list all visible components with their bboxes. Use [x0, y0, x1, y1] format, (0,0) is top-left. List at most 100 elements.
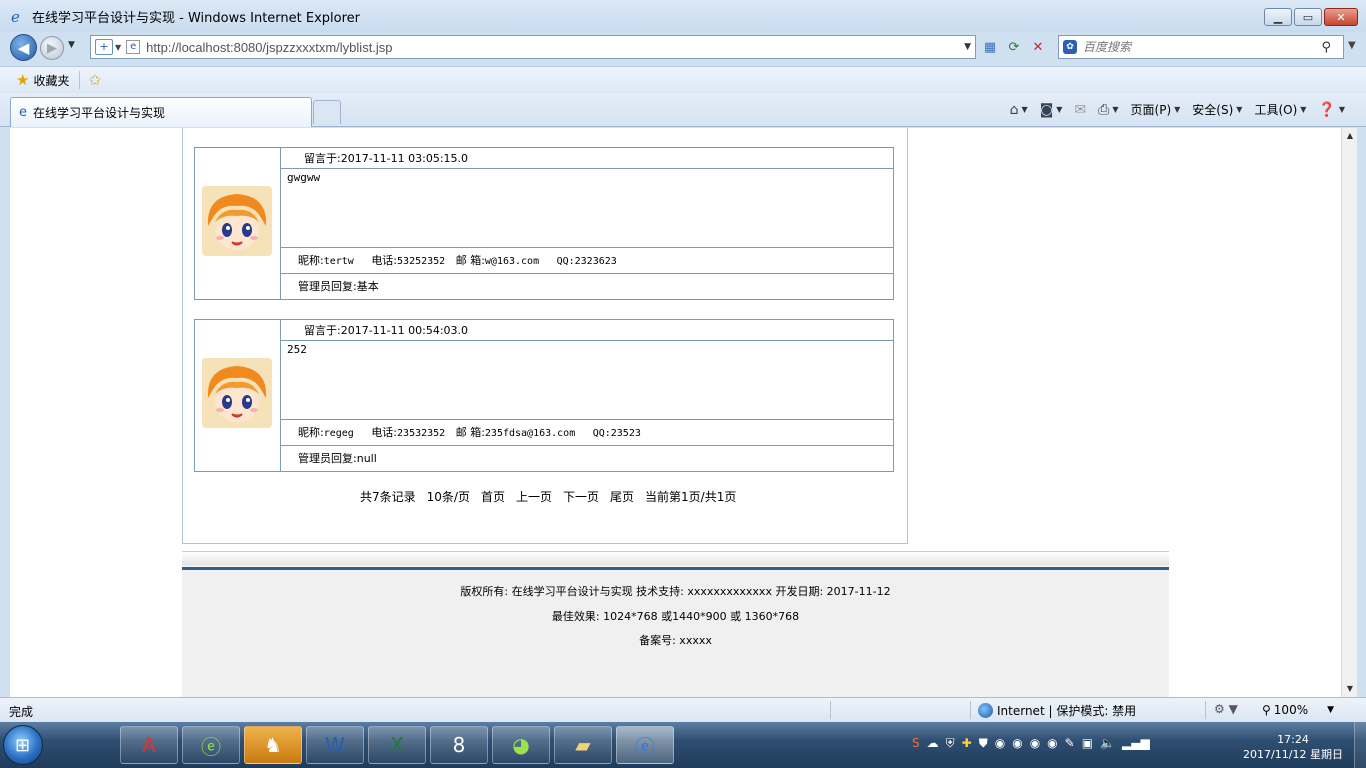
url-text[interactable]: http://localhost:8080/jspzzxxxtxm/lyblis…: [146, 40, 392, 55]
next-page-link[interactable]: 下一页: [563, 488, 599, 505]
qq-icon[interactable]: ◉: [1030, 736, 1040, 751]
app-icon[interactable]: ▣: [1082, 736, 1093, 751]
tools-menu[interactable]: 工具(O) ▼: [1251, 99, 1309, 120]
stop-icon[interactable]: ✕: [1028, 37, 1048, 57]
page-icon: e: [126, 40, 141, 54]
taskbar-app-acrobat[interactable]: A: [120, 726, 178, 764]
phone-label: 电话:: [371, 254, 398, 267]
best-resolution-text: 最佳效果: 1024*768 或1440*900 或 1360*768: [551, 610, 800, 623]
new-tab-button[interactable]: [313, 100, 341, 124]
ie-logo-icon: e: [10, 8, 26, 26]
taskbar-app-explorer[interactable]: ▰: [554, 726, 612, 764]
chevron-down-icon: ▼: [1056, 105, 1063, 114]
print-button[interactable]: ⎙ ▼: [1095, 100, 1121, 120]
vertical-scrollbar[interactable]: ▲ ▼: [1341, 128, 1357, 697]
start-button[interactable]: ⊞: [3, 725, 43, 765]
tomcat-icon: ♞: [264, 733, 282, 757]
message-header: 留言于:2017-11-11 00:54:03.0: [281, 320, 893, 341]
back-button[interactable]: ◀: [10, 34, 37, 61]
addon-status-icon[interactable]: ⚙ ▼: [1214, 702, 1238, 716]
close-button[interactable]: ✕: [1324, 8, 1358, 26]
chevron-down-icon: ▼: [1300, 105, 1307, 114]
search-box[interactable]: ✿ ⚲: [1058, 35, 1344, 59]
email-label: 邮 箱:: [455, 426, 485, 439]
compatibility-icon[interactable]: +: [95, 39, 113, 55]
refresh-icon[interactable]: ⟳: [1004, 37, 1024, 57]
add-favorite-icon[interactable]: ✩: [88, 71, 101, 89]
forward-button[interactable]: ▶: [40, 36, 64, 60]
maximize-button[interactable]: ▭: [1294, 8, 1322, 26]
tab-active[interactable]: e 在线学习平台设计与实现: [10, 97, 312, 127]
network-icon[interactable]: ☁: [927, 736, 939, 751]
posted-label: 留言于:: [304, 324, 341, 337]
last-page-link[interactable]: 尾页: [610, 488, 634, 505]
compatibility-view-icon[interactable]: ▦: [980, 37, 1000, 57]
history-dropdown-icon[interactable]: ▼: [68, 40, 75, 50]
search-input[interactable]: [1083, 40, 1303, 54]
qq-icon[interactable]: ◉: [1047, 736, 1057, 751]
navigation-bar: ◀ ▶ ▼ + ▼ e http://localhost:8080/jspzzx…: [0, 32, 1366, 62]
nickname-label: 昵称:: [298, 426, 324, 439]
plus-icon[interactable]: ✚: [962, 736, 972, 751]
folder-icon: ▰: [575, 733, 591, 757]
security-icon[interactable]: ⛊: [979, 736, 988, 751]
show-desktop-button[interactable]: [1354, 722, 1366, 768]
tab-bar: e 在线学习平台设计与实现 ⌂ ▼ ◙ ▼ ✉ ⎙ ▼ 页面(P) ▼ 安全(S) ▼ 工…: [0, 93, 1366, 127]
globe-icon: [978, 703, 993, 718]
chevron-down-icon: ▼: [1021, 105, 1028, 114]
tools-menu-label: 工具(O): [1254, 103, 1298, 117]
security-zone[interactable]: Internet | 保护模式: 禁用: [978, 702, 1136, 719]
qq-label: QQ:: [556, 256, 575, 267]
address-bar[interactable]: + ▼ e http://localhost:8080/jspzzxxxtxm/…: [90, 35, 976, 59]
page-menu[interactable]: 页面(P) ▼: [1128, 99, 1184, 120]
zoom-control[interactable]: ⚲ 100% ▼: [1262, 703, 1334, 717]
record-number-text: 备案号: xxxxx: [639, 634, 712, 647]
first-page-link[interactable]: 首页: [481, 488, 505, 505]
safety-menu[interactable]: 安全(S) ▼: [1189, 99, 1245, 120]
pagination: 共7条记录 10条/页 首页 上一页 下一页 尾页 当前第1页/共1页: [360, 488, 736, 505]
message-contact-info: 昵称:regeg 电话:23532352 邮 箱:235fdsa@163.com…: [281, 420, 893, 446]
search-icon[interactable]: ⚲: [1321, 40, 1331, 55]
home-button[interactable]: ⌂ ▼: [1007, 100, 1031, 120]
zoom-icon: ⚲: [1262, 703, 1271, 717]
per-page: 10条/页: [426, 490, 470, 504]
mail-icon: ✉: [1074, 101, 1087, 118]
zone-text: Internet | 保护模式: 禁用: [997, 704, 1137, 718]
scroll-down-icon[interactable]: ▼: [1342, 681, 1358, 697]
shield-icon[interactable]: ⛨: [946, 736, 955, 751]
divider: [79, 71, 81, 89]
taskbar-app-green[interactable]: ◕: [492, 726, 550, 764]
sogou-icon[interactable]: S: [912, 736, 920, 751]
divider: [830, 701, 831, 719]
baidu-icon: ✿: [1063, 40, 1077, 54]
taskbar-app-word[interactable]: W: [306, 726, 364, 764]
message-contact-info: 昵称:tertw 电话:53252352 邮 箱:w@163.com QQ:23…: [281, 248, 893, 274]
taskbar-app-excel[interactable]: X: [368, 726, 426, 764]
minimize-button[interactable]: ▁: [1264, 8, 1292, 26]
taskbar-app-browser[interactable]: ⓔ: [182, 726, 240, 764]
reply-label: 管理员回复:: [298, 452, 357, 465]
taskbar-app-editor[interactable]: 8: [430, 726, 488, 764]
clock[interactable]: 17:24 2017/11/12 星期日: [1238, 732, 1348, 762]
total-records: 共7条记录: [360, 490, 416, 504]
reply-label: 管理员回复:: [298, 280, 357, 293]
prev-page-link[interactable]: 上一页: [516, 488, 552, 505]
rss-icon: ◙: [1039, 101, 1054, 118]
taskbar-app-tomcat[interactable]: ♞: [244, 726, 302, 764]
chevron-down-icon[interactable]: ▼: [115, 43, 121, 52]
url-dropdown-icon[interactable]: ▼: [964, 42, 971, 52]
qq-icon[interactable]: ◉: [995, 736, 1005, 751]
taskbar-app-ie[interactable]: ⓔ: [616, 726, 674, 764]
favorites-button[interactable]: ★ 收藏夹: [16, 71, 69, 89]
qq-icon[interactable]: ◉: [1012, 736, 1022, 751]
signal-icon[interactable]: ▂▄▆: [1122, 736, 1150, 751]
input-method-icon[interactable]: ✎: [1065, 736, 1075, 751]
mail-button[interactable]: ✉: [1071, 100, 1089, 120]
feeds-button[interactable]: ◙ ▼: [1037, 100, 1066, 120]
svg-text:e: e: [11, 8, 20, 24]
search-options-icon[interactable]: ▼: [1348, 40, 1356, 51]
volume-icon[interactable]: 🔈: [1100, 736, 1115, 751]
help-button[interactable]: ❓ ▼: [1315, 100, 1348, 120]
scroll-up-icon[interactable]: ▲: [1342, 128, 1358, 144]
chevron-down-icon: ▼: [1338, 105, 1345, 114]
